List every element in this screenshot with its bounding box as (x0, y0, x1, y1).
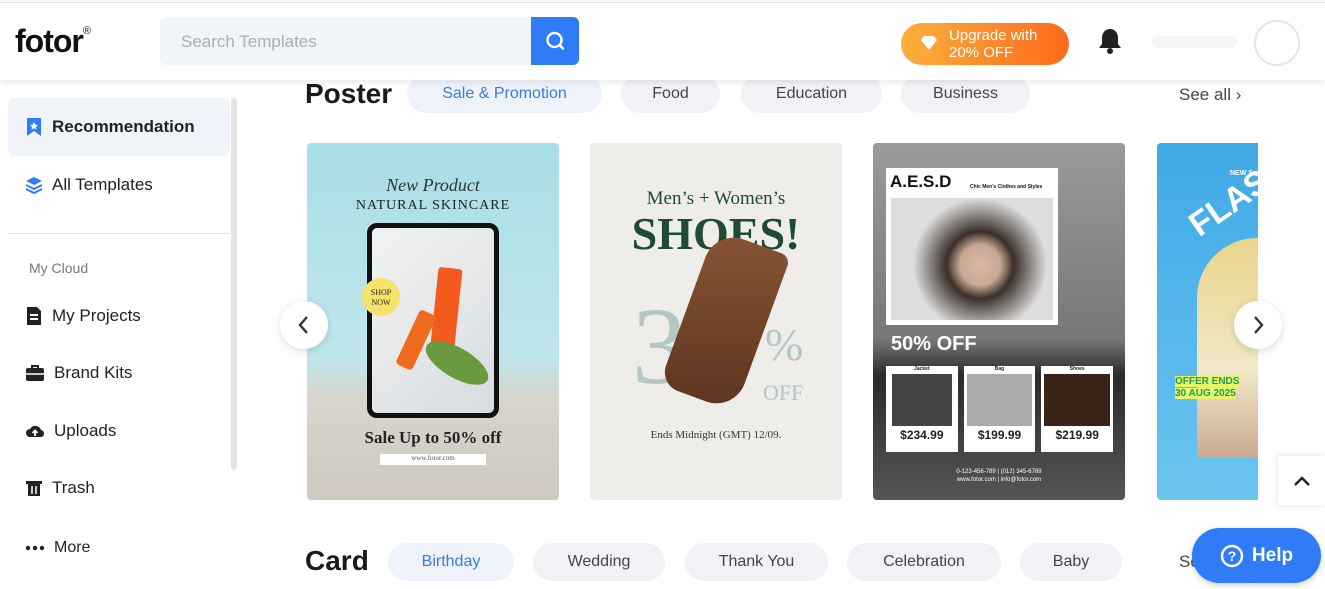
username[interactable] (1152, 36, 1237, 48)
poster-title: NATURAL SKINCARE (355, 198, 511, 213)
avatar[interactable] (1254, 20, 1300, 66)
chevron-right-icon (1254, 316, 1264, 334)
sidebar-item-recommendation[interactable]: Recommendation (8, 98, 230, 156)
help-label: Help (1251, 544, 1294, 566)
search-button[interactable] (531, 17, 579, 65)
help-icon: ? (1220, 544, 1244, 567)
poster-brand: A.E.S.D (890, 172, 952, 191)
diamond-icon (921, 36, 937, 50)
carousel-next-button[interactable] (1234, 301, 1282, 349)
sidebar-item-brand-kits[interactable]: Brand Kits (8, 344, 230, 402)
chevron-left-icon (298, 316, 308, 334)
product-tile: Bag $199.99 (963, 366, 1036, 452)
sidebar-item-label: All Templates (52, 175, 153, 194)
sidebar-item-label: My Projects (52, 306, 141, 325)
sidebar-item-label: Uploads (54, 421, 117, 440)
poster-template-shoes[interactable]: Men’s + Women’s SHOES! 30 % OFF Ends Mid… (590, 143, 842, 500)
logo-text: fotor (15, 23, 84, 59)
bell-icon[interactable] (1098, 27, 1122, 55)
poster-template-skincare[interactable]: New Product NATURAL SKINCARE SHOP NOW Sa… (307, 143, 559, 500)
sidebar-item-more[interactable]: More (8, 519, 230, 577)
more-icon (25, 545, 45, 551)
upgrade-label: Upgrade with (949, 27, 1038, 44)
section-label: My Cloud (29, 260, 89, 276)
product-name: Shoes (1069, 366, 1085, 372)
card-section-title: Card (305, 545, 369, 576)
bookmark-icon (27, 118, 41, 136)
chip-baby[interactable]: Baby (1020, 543, 1122, 581)
poster-tagline: Chic Men's Clothes and Styles (970, 184, 1043, 190)
poster-off: 50% OFF (891, 333, 977, 355)
poster-template-fashion[interactable]: A.E.S.D Chic Men's Clothes and Styles 50… (873, 143, 1125, 500)
sidebar: Recommendation All Templates My Cloud My… (0, 80, 240, 589)
chevron-up-icon (1293, 475, 1310, 486)
sidebar-scrollbar[interactable] (231, 98, 237, 470)
chip-business[interactable]: Business (901, 75, 1030, 113)
fotor-logo[interactable]: fotor® (15, 23, 91, 60)
briefcase-icon (26, 365, 44, 381)
svg-text:?: ? (1228, 548, 1237, 564)
poster-title: FLAS (1182, 162, 1258, 245)
upgrade-discount: 20% OFF (949, 44, 1014, 61)
chip-food[interactable]: Food (621, 75, 720, 113)
chip-thank-you[interactable]: Thank You (685, 543, 828, 581)
poster-web: www.fotor.com | info@fotor.com (956, 477, 1042, 483)
chip-birthday[interactable]: Birthday (388, 543, 514, 581)
poster-offer-date: 30 AUG 2025 (1175, 388, 1236, 399)
product-price: $219.99 (1055, 428, 1099, 442)
model-photo (891, 198, 1053, 320)
poster-offer: OFFER ENDS (1175, 376, 1240, 387)
header: fotor® Search Templates Upgrade with 20% … (0, 3, 1325, 80)
see-all-posters-link[interactable]: See all › (1179, 85, 1241, 105)
layers-icon (25, 177, 43, 194)
poster-url: www.fotor.com (380, 454, 486, 465)
poster-off: OFF (763, 380, 804, 405)
search-icon (546, 31, 565, 50)
chip-celebration[interactable]: Celebration (847, 543, 1001, 581)
poster-script: New Product (386, 175, 480, 195)
see-all-label: See all (1179, 85, 1231, 104)
chip-sale-promotion[interactable]: Sale & Promotion (407, 75, 602, 113)
poster-contact: 0-123-456-789 | (012) 345-6789 (956, 469, 1042, 475)
product-tile: Jacket $234.99 (886, 366, 958, 452)
poster-sale-text: Sale Up to 50% off (364, 428, 502, 447)
product-name: Bag (994, 366, 1005, 372)
upgrade-button[interactable]: Upgrade with 20% OFF (901, 23, 1069, 65)
shop-now-badge: SHOP NOW (362, 278, 400, 316)
product-price: $199.99 (977, 428, 1022, 442)
sidebar-item-label: Recommendation (52, 117, 195, 136)
trash-icon (26, 481, 42, 496)
sidebar-item-label: Trash (52, 478, 95, 497)
poster-ends-text: Ends Midnight (GMT) 12/09. (650, 429, 782, 441)
divider (8, 233, 230, 234)
poster-section-title: Poster (305, 78, 393, 109)
search-input[interactable]: Search Templates (181, 32, 317, 52)
chip-wedding[interactable]: Wedding (533, 543, 665, 581)
carousel-prev-button[interactable] (280, 301, 328, 349)
document-icon (27, 307, 41, 325)
product-name: Jacket (914, 366, 930, 372)
product-price: $234.99 (900, 428, 944, 442)
chip-education[interactable]: Education (741, 75, 882, 113)
sidebar-item-trash[interactable]: Trash (8, 459, 230, 517)
cloud-upload-icon (26, 425, 45, 438)
search-bar[interactable]: Search Templates (160, 17, 579, 65)
sidebar-item-label: More (54, 539, 91, 556)
sidebar-item-all-templates[interactable]: All Templates (8, 156, 230, 214)
product-grid: Jacket $234.99 Bag $199.99 Shoes $219.99 (886, 366, 1114, 452)
scroll-to-top-button[interactable] (1278, 456, 1325, 505)
tablet-image (367, 223, 499, 418)
photo-frame: A.E.S.D Chic Men's Clothes and Styles (886, 168, 1058, 325)
product-tile: Shoes $219.99 (1041, 366, 1114, 452)
sidebar-item-label: Brand Kits (54, 363, 133, 382)
sidebar-item-uploads[interactable]: Uploads (8, 402, 230, 460)
help-button[interactable]: ? Help (1192, 528, 1321, 583)
poster-percent: % (765, 319, 804, 370)
sidebar-item-my-projects[interactable]: My Projects (8, 287, 230, 345)
